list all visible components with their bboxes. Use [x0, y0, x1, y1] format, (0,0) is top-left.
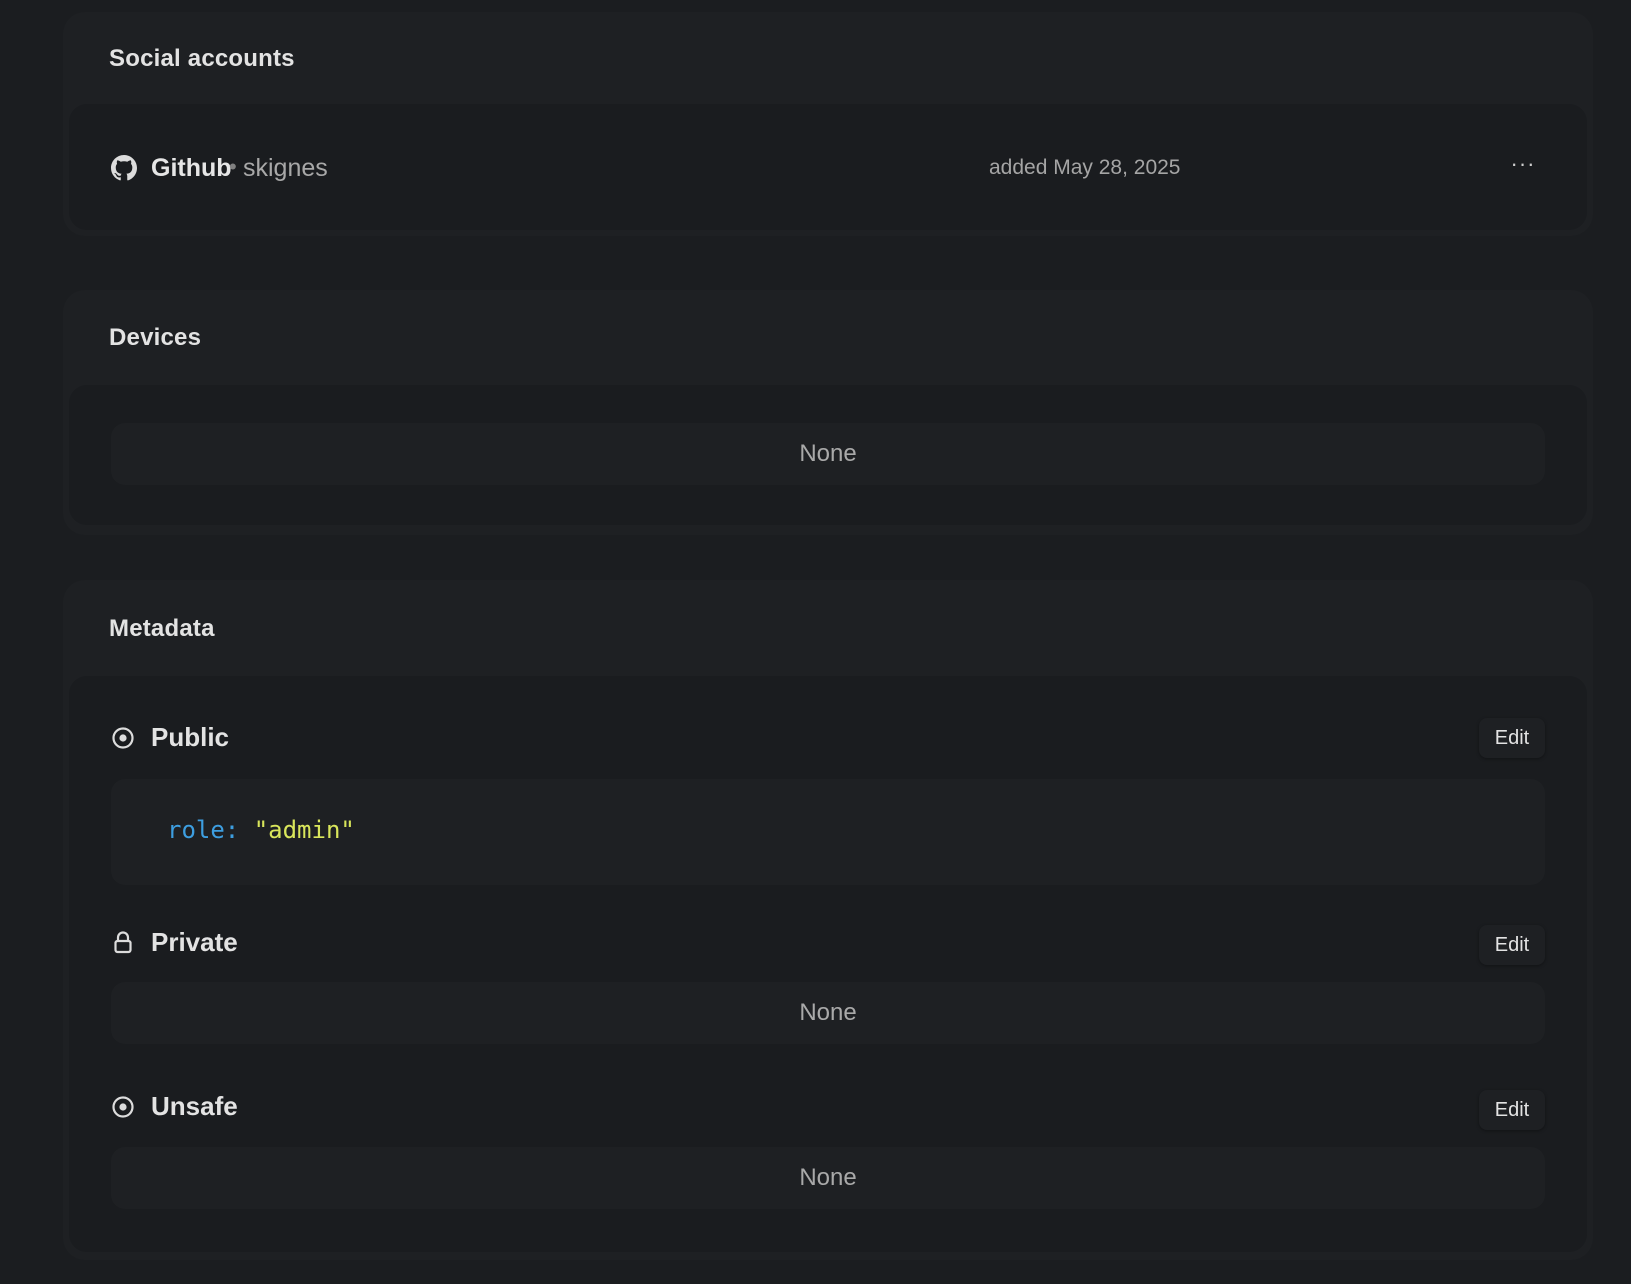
private-label: Private [151, 927, 238, 957]
account-username: skignes [243, 154, 328, 182]
unsafe-label: Unsafe [151, 1091, 238, 1121]
code-value: "admin" [253, 816, 355, 844]
account-added-date: added May 28, 2025 [989, 156, 1181, 179]
more-icon: ··· [1510, 151, 1536, 176]
code-line: role: "admin" [167, 816, 355, 844]
code-key: role: [167, 816, 240, 844]
unsafe-empty-state: None [111, 1147, 1545, 1209]
devices-section: Devices None [63, 290, 1593, 535]
lock-icon [111, 930, 135, 954]
public-metadata-code: role: "admin" [111, 779, 1545, 885]
section-title: Social accounts [109, 45, 295, 72]
private-empty-state: None [111, 982, 1545, 1044]
public-label: Public [151, 722, 230, 752]
edit-unsafe-button[interactable]: Edit [1479, 1090, 1545, 1130]
metadata-card: Public Edit role: "admin" Private Edit N… [69, 676, 1587, 1252]
section-title: Metadata [109, 615, 215, 642]
section-title: Devices [109, 324, 202, 351]
more-options-button[interactable]: ··· [1505, 146, 1541, 182]
github-icon [111, 155, 137, 181]
account-provider: Github [151, 154, 232, 182]
account-separator: • [229, 154, 237, 179]
devices-card: None [69, 385, 1587, 525]
social-account-row: Github • skignes added May 28, 2025 ··· [69, 104, 1587, 230]
eye-icon [111, 726, 135, 750]
page: Social accounts Github • skignes added M… [0, 0, 1631, 1284]
social-accounts-section: Social accounts Github • skignes added M… [63, 12, 1593, 236]
devices-empty-state: None [111, 423, 1545, 485]
eye-icon [111, 1095, 135, 1119]
metadata-section: Metadata Public Edit role: "admin" Priva… [63, 580, 1593, 1260]
edit-private-button[interactable]: Edit [1479, 925, 1545, 965]
edit-public-button[interactable]: Edit [1479, 718, 1545, 758]
